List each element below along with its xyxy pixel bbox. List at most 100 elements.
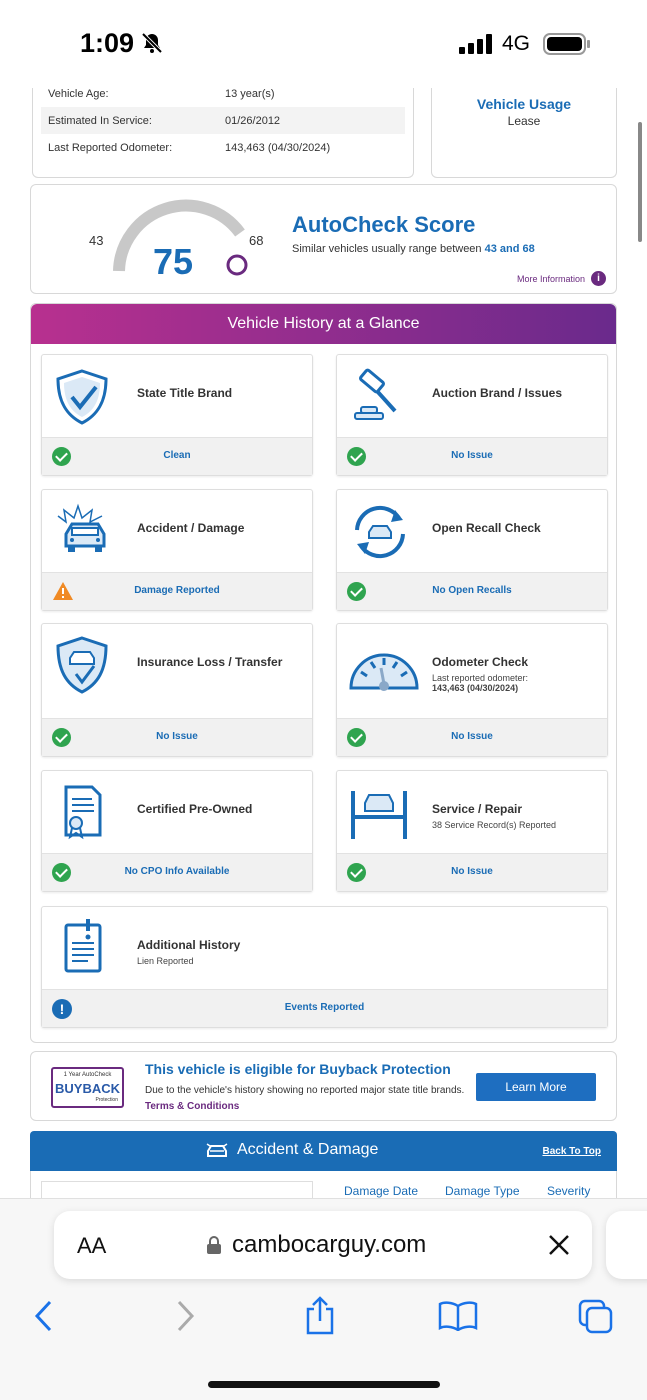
car-damage-icon (206, 1143, 228, 1157)
clock: 1:09 (80, 28, 135, 58)
tile-open-recall[interactable]: Open Recall Check No Open Recalls (336, 489, 608, 611)
info-icon: i (591, 271, 606, 286)
info-label: Vehicle Age: (48, 88, 109, 100)
recall-cycle-icon (355, 505, 405, 559)
tile-title: Certified Pre-Owned (137, 802, 253, 816)
terms-link[interactable]: Terms & Conditions (145, 1101, 239, 1112)
tile-footer: No CPO Info Available (42, 853, 312, 891)
buyback-banner: 1 Year AutoCheck BUYBACK Protection This… (30, 1051, 617, 1121)
bookmarks-icon[interactable] (438, 1301, 478, 1331)
more-information-link[interactable]: More Information i (517, 271, 606, 286)
buyback-logo-protection: Protection (95, 1097, 118, 1103)
gauge-marker (226, 254, 248, 276)
gauge-max: 68 (249, 233, 264, 248)
tile-auction-brand[interactable]: Auction Brand / Issues No Issue (336, 354, 608, 476)
glance-header: Vehicle History at a Glance (31, 304, 616, 344)
buyback-logo: 1 Year AutoCheck BUYBACK Protection (51, 1067, 124, 1108)
back-arrow-icon[interactable] (32, 1299, 56, 1333)
tile-status: No Issue (451, 450, 493, 461)
tile-title: Accident / Damage (137, 521, 245, 535)
tabs-icon[interactable] (578, 1299, 614, 1335)
score-range: 43 and 68 (484, 243, 535, 255)
tile-footer: No Issue (42, 718, 312, 756)
tile-title: Auction Brand / Issues (432, 386, 563, 400)
score-subtitle: Similar vehicles usually range between 4… (292, 243, 535, 255)
tile-footer: Clean (42, 437, 312, 475)
bell-muted-icon (141, 32, 163, 54)
buyback-description: Due to the vehicle's history showing no … (145, 1085, 465, 1096)
shield-check-icon (56, 369, 108, 425)
info-row: Vehicle Age: 13 year(s) (41, 88, 405, 107)
status-bar: 1:09 4G (0, 0, 647, 88)
document-alert-icon (64, 919, 102, 973)
vehicle-usage-card: Vehicle Usage Lease (431, 88, 617, 178)
reader-settings-button[interactable]: AA (77, 1233, 106, 1259)
info-value: 13 year(s) (225, 88, 275, 100)
tile-insurance-loss[interactable]: Insurance Loss / Transfer No Issue (41, 623, 313, 757)
info-row: Last Reported Odometer: 143,463 (04/30/2… (41, 134, 405, 161)
scrollbar[interactable] (638, 122, 642, 242)
tile-state-title-brand[interactable]: State Title Brand Clean (41, 354, 313, 476)
tile-status: Events Reported (284, 1002, 365, 1013)
info-label: Estimated In Service: (48, 115, 152, 127)
tile-subtitle-value: 143,463 (04/30/2024) (432, 683, 519, 693)
car-crash-icon (57, 503, 106, 552)
history-glance-section: Vehicle History at a Glance State Title … (30, 303, 617, 1043)
tile-footer: No Issue (337, 853, 607, 891)
info-value: 143,463 (04/30/2024) (225, 142, 331, 154)
tile-title: Additional History (137, 938, 241, 952)
cellular-signal-icon (459, 34, 492, 54)
score-value: 75 (153, 241, 194, 282)
network-type: 4G (502, 32, 531, 55)
car-shield-icon (56, 636, 108, 694)
more-info-label: More Information (516, 273, 585, 284)
accident-damage-table: Damage Date Damage Type Severity (30, 1171, 617, 1198)
tile-status: No Issue (451, 866, 493, 877)
tile-certified-pre-owned[interactable]: Certified Pre-Owned No CPO Info Availabl… (41, 770, 313, 892)
tile-title: Odometer Check (432, 655, 529, 669)
buyback-text: Due to the vehicle's history showing no … (145, 1083, 465, 1115)
usage-title: Vehicle Usage (476, 96, 572, 112)
tile-odometer-check[interactable]: Odometer Check Last reported odometer: 1… (336, 623, 608, 757)
back-to-top-link[interactable]: Back To Top (542, 1146, 601, 1157)
table-left-panel (41, 1181, 313, 1198)
learn-more-button[interactable]: Learn More (476, 1073, 596, 1101)
address-bar[interactable]: AA cambocarguy.com (54, 1211, 592, 1279)
buyback-title: This vehicle is eligible for Buyback Pro… (145, 1061, 451, 1077)
tile-title: Service / Repair (432, 802, 523, 816)
gavel-icon (354, 368, 397, 420)
tile-status: No Issue (451, 731, 493, 742)
next-tab-preview[interactable] (606, 1211, 647, 1279)
tile-footer: No Issue (337, 718, 607, 756)
page-content: Vehicle Age: 13 year(s) Estimated In Ser… (0, 88, 647, 1198)
odometer-icon (349, 653, 419, 691)
certificate-icon (64, 785, 102, 840)
tile-subtitle: Lien Reported (137, 956, 194, 966)
column-header: Damage Type (445, 1184, 520, 1198)
tile-service-repair[interactable]: Service / Repair 38 Service Record(s) Re… (336, 770, 608, 892)
tile-status: No CPO Info Available (124, 866, 230, 877)
tile-title: Insurance Loss / Transfer (137, 655, 283, 669)
tile-additional-history[interactable]: Additional History Lien Reported ! Event… (41, 906, 608, 1028)
tile-status: Clean (163, 450, 191, 461)
tile-title: Open Recall Check (432, 521, 541, 535)
forward-arrow-icon[interactable] (173, 1299, 197, 1333)
car-lift-icon (351, 791, 407, 839)
tile-footer: No Open Recalls (337, 572, 607, 610)
close-icon[interactable] (547, 1233, 571, 1257)
vehicle-info-card: Vehicle Age: 13 year(s) Estimated In Ser… (32, 88, 414, 178)
buyback-logo-small: 1 Year AutoCheck (63, 1072, 112, 1078)
tile-footer: No Issue (337, 437, 607, 475)
share-icon[interactable] (304, 1295, 336, 1335)
tile-accident-damage[interactable]: Accident / Damage Damage Reported (41, 489, 313, 611)
column-header: Damage Date (344, 1184, 419, 1198)
url-text[interactable]: cambocarguy.com (232, 1231, 426, 1259)
tile-subtitle: Last reported odometer: (432, 673, 529, 683)
score-title: AutoCheck Score (292, 212, 476, 237)
home-indicator[interactable] (208, 1381, 440, 1388)
tile-status: No Open Recalls (432, 585, 512, 596)
tile-status: No Issue (156, 731, 198, 742)
tile-title: State Title Brand (137, 386, 233, 400)
info-label: Last Reported Odometer: (48, 142, 173, 154)
battery-icon (543, 33, 590, 55)
